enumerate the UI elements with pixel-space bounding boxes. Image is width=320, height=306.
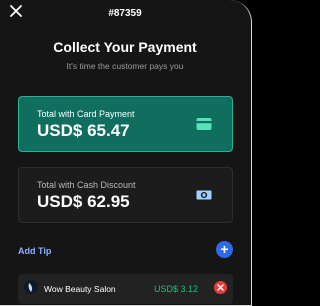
card-payment-option[interactable]: Total with Card Payment USD$ 65.47 [18, 96, 233, 152]
cash-icon [196, 190, 212, 200]
cash-discount-total: USD$ 62.95 [37, 192, 130, 211]
salon-name: Wow Beauty Salon [44, 284, 116, 294]
card-payment-label: Total with Card Payment [37, 109, 135, 119]
card-payment-total: USD$ 65.47 [37, 121, 130, 140]
tip-amount: USD$ 3.12 [154, 284, 199, 294]
tip-list-item: Wow Beauty Salon USD$ 3.12 [18, 274, 233, 304]
page-subtitle: It's time the customer pays you [66, 61, 184, 71]
remove-icon[interactable] [214, 281, 227, 294]
salon-logo [24, 280, 38, 294]
credit-card-icon [196, 118, 212, 130]
add-tip-label[interactable]: Add Tip [18, 246, 51, 256]
plus-icon[interactable]: + [216, 241, 233, 258]
page-title: Collect Your Payment [53, 39, 197, 55]
cash-discount-label: Total with Cash Discount [37, 180, 136, 190]
order-number: #87359 [108, 8, 142, 19]
payment-panel: #87359 Collect Your Payment It's time th… [0, 0, 252, 306]
cash-discount-option[interactable]: Total with Cash Discount USD$ 62.95 [18, 167, 233, 223]
